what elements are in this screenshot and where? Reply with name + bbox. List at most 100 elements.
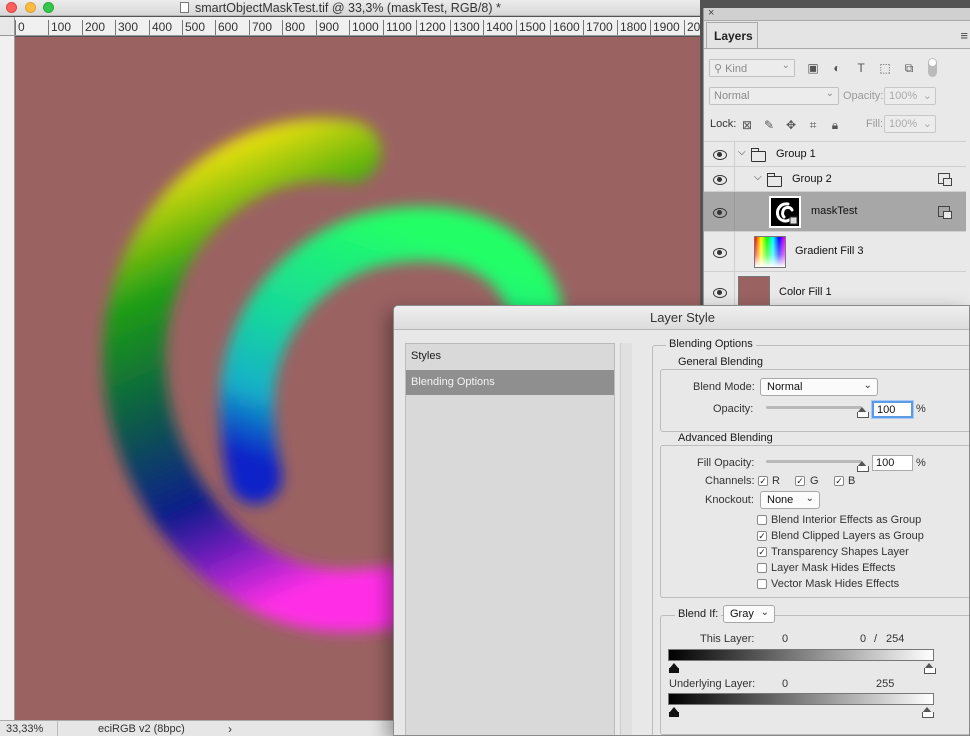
ruler-label: 500 xyxy=(182,20,205,35)
lock-artboard-icon[interactable]: ⌗ xyxy=(806,118,820,133)
underlying-layer-gradient xyxy=(668,693,934,705)
blend-interior-effects-checkbox[interactable] xyxy=(757,515,767,525)
close-window-button[interactable] xyxy=(6,2,17,13)
smart-object-thumbnail[interactable] xyxy=(769,196,801,228)
fill-opacity-input[interactable]: 100 xyxy=(872,455,913,471)
layer-row-group-1[interactable]: ⌵ Group 1 xyxy=(704,141,966,166)
status-menu-arrow[interactable]: › xyxy=(228,722,232,736)
ruler-label: 300 xyxy=(115,20,138,35)
chevron-down-icon[interactable]: ⌵ xyxy=(738,147,746,158)
layers-panel-body: ⚲ Kind ⌄ ▣ ◐ T ⬚ ⧉ Normal ⌄ Opacity: 100% ⌄ … xyxy=(704,48,970,309)
fill-label: Fill: xyxy=(866,118,884,130)
eye-icon[interactable] xyxy=(713,208,727,218)
gradient-fill-thumbnail[interactable] xyxy=(754,236,786,268)
color-fill-thumbnail[interactable] xyxy=(738,276,770,308)
underlying-layer-label: Underlying Layer: xyxy=(669,678,756,690)
horizontal-ruler[interactable]: 0 100 200 300 400 500 600 700 800 900 10… xyxy=(15,17,700,36)
this-layer-white-slider[interactable] xyxy=(924,663,936,674)
channel-g-checkbox[interactable]: ✓ xyxy=(795,476,805,486)
chevron-down-icon[interactable]: ⌵ xyxy=(754,172,762,183)
eye-icon[interactable] xyxy=(713,288,727,298)
lock-label: Lock: xyxy=(710,118,737,130)
lock-all-icon[interactable]: 🔒︎ xyxy=(828,118,842,133)
panel-menu-icon[interactable]: ≡ xyxy=(960,28,968,43)
smart-object-filter-icon[interactable]: ⧉ xyxy=(902,61,916,75)
blend-clipped-layers-checkbox[interactable]: ✓ xyxy=(757,531,767,541)
type-filter-icon[interactable]: T xyxy=(854,61,868,75)
eye-icon[interactable] xyxy=(713,175,727,185)
layer-row-gradient-fill-3[interactable]: Gradient Fill 3 xyxy=(704,231,966,271)
this-layer-low-value: 0 xyxy=(782,633,789,645)
channels-label: Channels: xyxy=(705,475,755,487)
chevron-down-icon: ⌄ xyxy=(805,493,814,504)
zoom-level[interactable]: 33,33% xyxy=(6,723,43,735)
vector-mask-hides-effects-checkbox[interactable] xyxy=(757,579,767,589)
blend-if-select[interactable]: Gray ⌄ xyxy=(723,605,775,623)
pixel-filter-icon[interactable]: ▣ xyxy=(806,61,820,75)
underlying-layer-white-slider[interactable] xyxy=(922,707,934,718)
filter-toggle-switch[interactable] xyxy=(928,58,937,77)
folder-icon xyxy=(751,148,766,162)
blend-if-label: Blend If: xyxy=(675,608,722,620)
channel-r-checkbox[interactable]: ✓ xyxy=(758,476,768,486)
shape-filter-icon[interactable]: ⬚ xyxy=(878,61,892,75)
channel-b-label: B xyxy=(848,475,856,487)
blend-mode-select[interactable]: Normal ⌄ xyxy=(760,378,878,396)
fill-opacity-input-value: 100 xyxy=(876,457,895,469)
layer-mask-hides-effects-checkbox[interactable] xyxy=(757,563,767,573)
adjustment-filter-icon[interactable]: ◐ xyxy=(830,61,844,75)
fill-opacity-slider-thumb[interactable] xyxy=(857,461,869,472)
eye-icon[interactable] xyxy=(713,248,727,258)
chevron-down-icon: ⌄ xyxy=(825,88,834,99)
fill-opacity-label: Fill Opacity: xyxy=(697,457,755,469)
kind-filter-label: Kind xyxy=(725,63,748,75)
panel-close-icon[interactable]: × xyxy=(708,7,714,19)
minimize-window-button[interactable] xyxy=(25,2,36,13)
eye-icon[interactable] xyxy=(713,150,727,160)
style-list-scrollbar[interactable] xyxy=(620,343,632,735)
ruler-label: 1500 xyxy=(516,20,546,35)
ruler-label: 800 xyxy=(282,20,305,35)
panel-header: × xyxy=(704,7,970,21)
layer-row-group-2[interactable]: ⌵ Group 2 xyxy=(704,166,966,191)
lock-image-pixels-icon[interactable]: ✎ xyxy=(762,118,776,132)
ruler-label: 1900 xyxy=(650,20,680,35)
layer-blend-mode-select[interactable]: Normal ⌄ xyxy=(709,87,839,105)
blend-interior-effects-label: Blend Interior Effects as Group xyxy=(771,514,922,526)
layer-row-masktest[interactable]: maskTest xyxy=(704,191,966,231)
clipping-link-icon xyxy=(938,206,952,219)
kind-filter-select[interactable]: ⚲ Kind ⌄ xyxy=(709,59,795,77)
transparency-shapes-checkbox[interactable]: ✓ xyxy=(757,547,767,557)
style-item-styles[interactable]: Styles xyxy=(406,344,614,369)
layer-name: Group 1 xyxy=(776,148,816,160)
vertical-ruler[interactable] xyxy=(0,17,15,720)
lock-transparent-pixels-icon[interactable]: ⊠ xyxy=(740,118,754,132)
color-profile-info[interactable]: eciRGB v2 (8bpc) xyxy=(57,721,237,736)
this-layer-black-slider[interactable] xyxy=(669,663,679,673)
chevron-down-icon: ⌄ xyxy=(922,118,932,130)
chevron-down-icon: ⌄ xyxy=(781,60,790,71)
layer-fill-field[interactable]: 100% ⌄ xyxy=(884,115,936,133)
ruler-label: 1200 xyxy=(416,20,446,35)
this-layer-high-value-a: 0 xyxy=(860,633,867,645)
channel-b-checkbox[interactable]: ✓ xyxy=(834,476,844,486)
underlying-layer-black-slider[interactable] xyxy=(669,707,679,717)
knockout-select[interactable]: None ⌄ xyxy=(760,491,820,509)
opacity-slider-thumb[interactable] xyxy=(857,407,869,418)
visibility-column xyxy=(704,167,735,191)
this-layer-gradient xyxy=(668,649,934,661)
ruler-origin[interactable] xyxy=(0,17,15,36)
style-item-blending-options[interactable]: Blending Options xyxy=(406,370,614,395)
blend-clipped-layers-label: Blend Clipped Layers as Group xyxy=(771,530,924,542)
tab-layers[interactable]: Layers xyxy=(706,22,758,49)
layer-opacity-field[interactable]: 100% ⌄ xyxy=(884,87,936,105)
opacity-slider[interactable] xyxy=(766,406,862,409)
opacity-input[interactable]: 100 xyxy=(872,401,913,418)
layer-row-color-fill-1[interactable]: Color Fill 1 xyxy=(704,271,966,309)
opacity-unit: % xyxy=(916,403,926,415)
fill-opacity-slider[interactable] xyxy=(766,460,862,463)
ruler-label: 700 xyxy=(249,20,272,35)
maximize-window-button[interactable] xyxy=(43,2,54,13)
ruler-label: 1000 xyxy=(349,20,379,35)
lock-position-icon[interactable]: ✥ xyxy=(784,118,798,132)
